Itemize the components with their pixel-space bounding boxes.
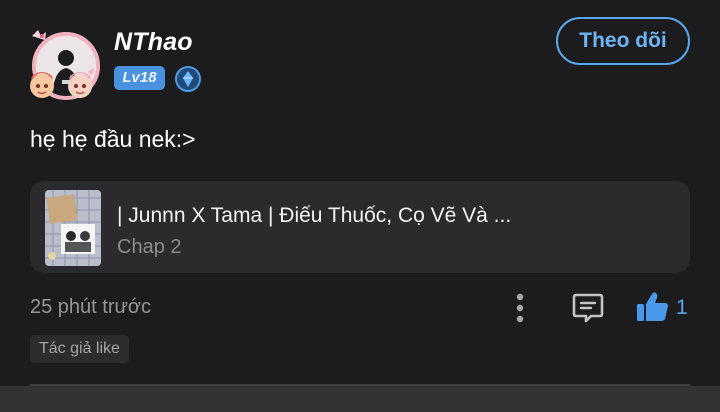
thumbs-up-icon: [637, 292, 668, 321]
like-button[interactable]: 1: [636, 290, 692, 326]
author-like-tag: Tác giả like: [30, 335, 129, 363]
post-content: hẹ hẹ đầu nek:>: [30, 126, 196, 152]
follow-button[interactable]: Theo dõi: [556, 17, 690, 65]
post-header: NThao Lv18 Theo dõi: [28, 17, 692, 106]
post-footer: 25 phút trước 1: [30, 288, 690, 328]
avatar[interactable]: [28, 28, 104, 104]
rank-diamond-icon: [175, 66, 201, 92]
section-separator: [0, 386, 720, 412]
story-title: | Junnn X Tama | Điếu Thuốc, Cọ Vẽ Và ..…: [117, 204, 512, 227]
story-chapter: Chap 2: [117, 236, 182, 258]
more-vertical-icon[interactable]: [510, 292, 530, 324]
post-timestamp: 25 phút trước: [30, 296, 152, 318]
level-badge: Lv18: [114, 66, 165, 90]
like-count: 1: [676, 296, 688, 319]
story-card[interactable]: | Junnn X Tama | Điếu Thuốc, Cọ Vẽ Và ..…: [30, 181, 690, 273]
post-card: NThao Lv18 Theo dõi hẹ hẹ đầu nek:> | Ju…: [0, 0, 720, 412]
story-cover-thumbnail: [45, 190, 101, 266]
author-name[interactable]: NThao: [114, 28, 193, 57]
comment-icon[interactable]: [571, 291, 605, 325]
avatar-decoration-icon: [30, 30, 94, 98]
